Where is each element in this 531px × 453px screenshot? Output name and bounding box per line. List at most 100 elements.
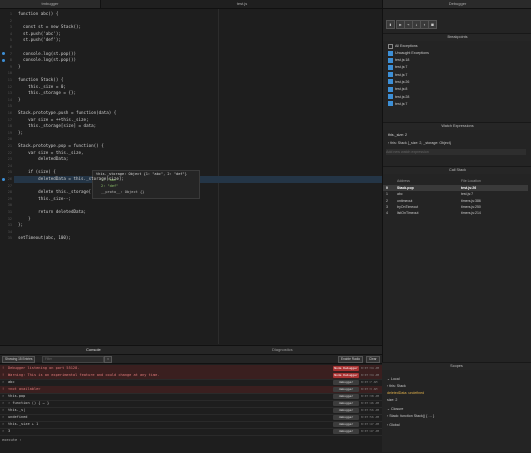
code-line[interactable]: function abc() { [18, 11, 58, 18]
code-line[interactable]: }; [18, 222, 23, 229]
code-line[interactable]: st.push('def'); [18, 37, 61, 44]
line-number[interactable]: 14 [2, 97, 12, 104]
code-line[interactable]: delete this._storage[ [18, 189, 91, 196]
scope-var[interactable]: › Stack: function Stack() { … } [387, 413, 434, 419]
watch-expression[interactable]: › this: Stack {_size: 2, _storage: Objec… [388, 140, 451, 146]
clear-button[interactable]: Clear [366, 356, 380, 363]
code-line[interactable]: function Stack() { [18, 77, 63, 84]
code-line[interactable]: var size = ++this._size; [18, 117, 89, 124]
line-number[interactable]: 33 [2, 222, 12, 229]
code-line[interactable]: this._storage[size] = data; [18, 123, 96, 130]
console-prompt[interactable]: execute › [2, 438, 21, 442]
filter-input[interactable]: Filter [42, 356, 104, 363]
pause-icon[interactable]: ▮ [386, 20, 395, 29]
enable-button[interactable]: Enable Radio [338, 356, 364, 363]
line-number[interactable]: 9 [2, 64, 12, 71]
breakpoint-marker-icon[interactable] [2, 177, 5, 181]
line-number[interactable]: 30 [2, 202, 12, 209]
code-line[interactable]: }; [18, 130, 23, 137]
breakpoint-item[interactable]: test.js:7 [388, 101, 407, 107]
tooltip-row[interactable]: 2: "def" [101, 184, 118, 188]
breakpoint-item[interactable]: test.js:28 [388, 94, 409, 100]
code-line[interactable]: deletedData; [18, 156, 68, 163]
line-number[interactable]: 1 [2, 11, 12, 18]
scope-closure[interactable]: ⌄ Closure [387, 406, 403, 412]
code-line[interactable]: setTimeout(abc, 100); [18, 235, 71, 242]
uncaught-exceptions-option[interactable]: Uncaught Exceptions [388, 50, 429, 56]
watch-input[interactable]: Add new watch expression [386, 149, 526, 155]
code-line[interactable]: const st = new Stack(); [18, 24, 81, 31]
breakpoint-item[interactable]: test.js:8 [388, 86, 407, 92]
line-number[interactable]: 31 [2, 209, 12, 216]
code-line[interactable]: this._size = 0; [18, 84, 66, 91]
filter-options-icon[interactable]: ▾ [104, 356, 112, 363]
line-number[interactable]: 5 [2, 37, 12, 44]
line-number[interactable]: 22 [2, 150, 12, 157]
line-number[interactable]: 35 [2, 235, 12, 242]
checkbox-icon[interactable] [388, 43, 393, 49]
line-number[interactable]: 20 [2, 136, 12, 143]
tab-console[interactable]: Console [86, 346, 101, 354]
chevron-down-icon[interactable]: ⌄ [387, 407, 390, 411]
line-number[interactable]: 13 [2, 90, 12, 97]
line-number[interactable]: 15 [2, 103, 12, 110]
checkbox-icon[interactable] [388, 94, 393, 100]
checkbox-icon[interactable] [388, 101, 393, 107]
tab-tmbugger[interactable]: tmbugger [0, 0, 100, 8]
chevron-down-icon[interactable]: ⌄ [387, 377, 390, 381]
line-number[interactable]: 32 [2, 216, 12, 223]
code-line[interactable]: return deletedData; [18, 209, 86, 216]
line-number[interactable]: 21 [2, 143, 12, 150]
breakpoint-item[interactable]: test.js:7 [388, 72, 407, 78]
tab-diagnostics[interactable]: Diagnostics [272, 346, 293, 354]
code-line[interactable]: console.log(st.pop()) [18, 51, 76, 58]
code-line[interactable]: this._storage = {}; [18, 90, 76, 97]
line-number[interactable]: 29 [2, 196, 12, 203]
checkbox-icon[interactable] [388, 72, 393, 78]
line-number[interactable]: 12 [2, 84, 12, 91]
filter-level-dropdown[interactable]: Showing 15 Entries [2, 356, 36, 363]
code-line[interactable]: } [18, 216, 31, 223]
line-number[interactable]: 2 [2, 18, 12, 25]
breakpoint-item[interactable]: test.js:26 [388, 79, 409, 85]
line-number[interactable]: 28 [2, 189, 12, 196]
code-line[interactable]: if (size) { [18, 169, 56, 176]
line-number[interactable]: 24 [2, 163, 12, 170]
checkbox-icon[interactable] [388, 86, 393, 92]
line-number[interactable]: 23 [2, 156, 12, 163]
callstack-row[interactable]: 2 ontimeout timers.js:386 [383, 198, 528, 204]
breakpoint-item[interactable]: test.js:7 [388, 64, 407, 70]
line-number[interactable]: 4 [2, 31, 12, 38]
callstack-row[interactable]: 3 tryOnTimeout timers.js:250 [383, 204, 528, 210]
line-number[interactable]: 25 [2, 169, 12, 176]
scope-var[interactable]: › this: Stack [387, 383, 406, 389]
watch-expression[interactable]: this._size: 2 [388, 132, 407, 138]
line-number[interactable]: 16 [2, 110, 12, 117]
checkbox-icon[interactable] [388, 50, 393, 56]
stop-icon[interactable]: ■ [428, 20, 437, 29]
breakpoint-marker-icon[interactable] [2, 59, 5, 62]
line-number[interactable]: 34 [2, 229, 12, 236]
checkbox-icon[interactable] [388, 57, 393, 63]
code-line[interactable]: var size = this._size, [18, 150, 83, 157]
callstack-row[interactable]: 4 listOnTimeout timers.js:214 [383, 210, 528, 216]
line-number[interactable]: 19 [2, 130, 12, 137]
code-line[interactable]: st.push('abc'); [18, 31, 61, 38]
code-line[interactable]: console.log(st.pop()) [18, 57, 76, 64]
code-line[interactable]: } [18, 64, 21, 71]
line-number[interactable]: 27 [2, 183, 12, 190]
callstack-row[interactable]: 0 Stack.pop test.js:26 [383, 185, 528, 191]
line-number[interactable]: 3 [2, 24, 12, 31]
scope-global[interactable]: › Global [387, 422, 400, 428]
code-line[interactable]: } [18, 97, 21, 104]
callstack-row[interactable]: 1 abc test.js:7 [383, 191, 528, 197]
line-number[interactable]: 6 [2, 44, 12, 51]
line-number[interactable]: 10 [2, 70, 12, 77]
checkbox-icon[interactable] [388, 64, 393, 70]
code-line[interactable]: this._size--; [18, 196, 71, 203]
all-exceptions-option[interactable]: All Exceptions [388, 43, 418, 49]
line-number[interactable]: 17 [2, 117, 12, 124]
code-line[interactable]: Stack.prototype.push = function(data) { [18, 110, 116, 117]
breakpoint-item[interactable]: test.js:18 [388, 57, 409, 63]
console-entry[interactable]: › 3 debugger 8:07:47 AM [0, 428, 382, 436]
